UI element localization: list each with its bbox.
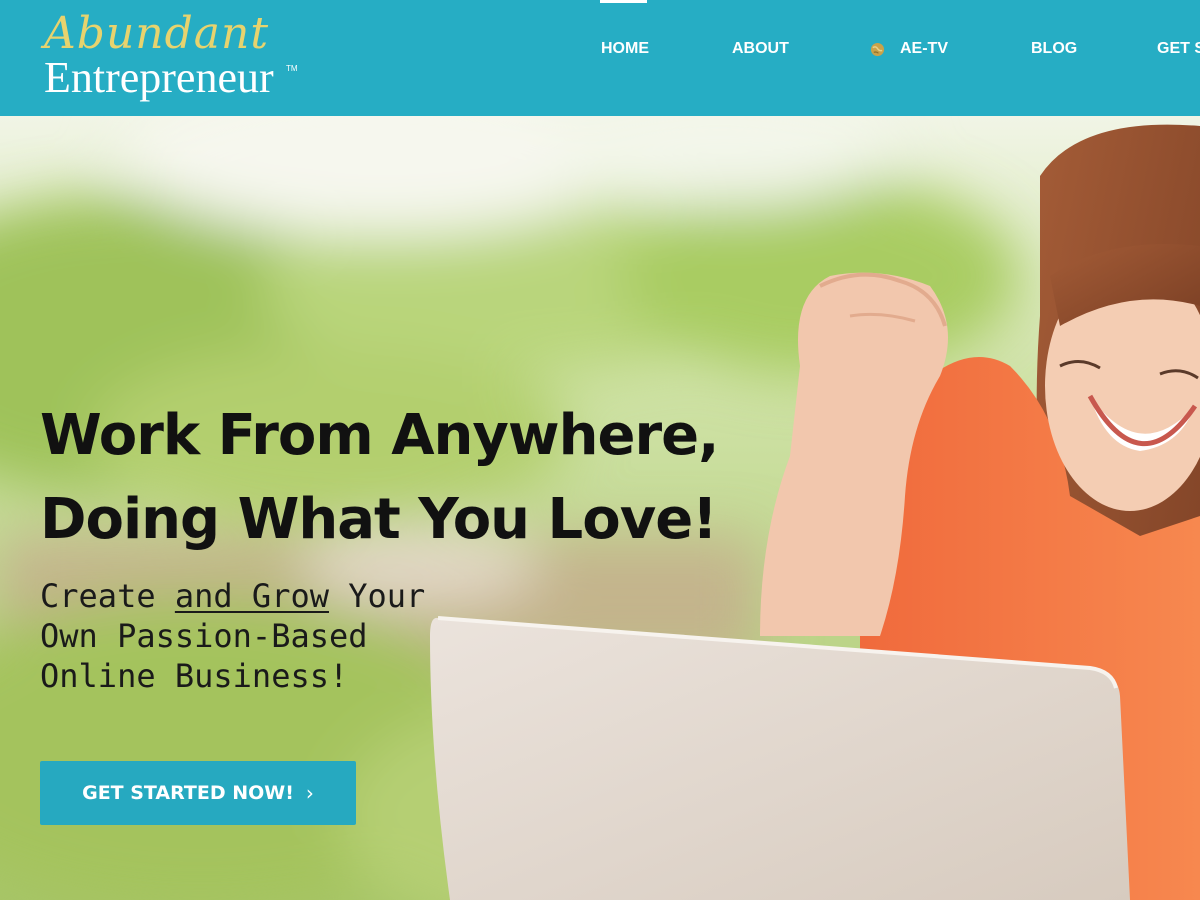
- site-header: Abundant Entrepreneur TM HOME ABOUT AE-T…: [0, 0, 1200, 116]
- subline-underlined: and Grow: [174, 577, 329, 615]
- nav-blog[interactable]: BLOG: [1031, 40, 1077, 58]
- logo-trademark: TM: [286, 64, 298, 73]
- subline-line-3: Online Business!: [40, 657, 349, 695]
- nav-get-started[interactable]: GET ST: [1157, 40, 1200, 58]
- logo-main-text: Entrepreneur: [44, 53, 274, 102]
- cta-label: GET STARTED NOW!: [82, 782, 294, 804]
- headline-line-1: Work From Anywhere,: [40, 403, 719, 468]
- nav-ae-tv[interactable]: AE-TV: [900, 40, 948, 58]
- hero-headline: Work From Anywhere, Doing What You Love!: [40, 394, 719, 562]
- hero-subheadline: Create and Grow Your Own Passion-Based Onl…: [40, 576, 425, 696]
- subline-part-2: Your: [328, 577, 426, 615]
- chevron-right-icon: ›: [305, 781, 314, 805]
- nav-about[interactable]: ABOUT: [732, 40, 789, 58]
- headline-line-2: Doing What You Love!: [40, 487, 718, 552]
- subline-line-2: Own Passion-Based: [40, 617, 368, 655]
- brand-logo[interactable]: Abundant Entrepreneur TM: [44, 8, 314, 108]
- get-started-button[interactable]: GET STARTED NOW! ›: [40, 761, 356, 825]
- subline-part-1: Create: [40, 577, 175, 615]
- nav-home[interactable]: HOME: [601, 40, 649, 58]
- globe-icon: [870, 42, 885, 57]
- logo-script-text: Abundant: [44, 8, 270, 59]
- hero-section: Work From Anywhere, Doing What You Love!…: [0, 116, 1200, 900]
- nav-active-indicator: [600, 0, 647, 3]
